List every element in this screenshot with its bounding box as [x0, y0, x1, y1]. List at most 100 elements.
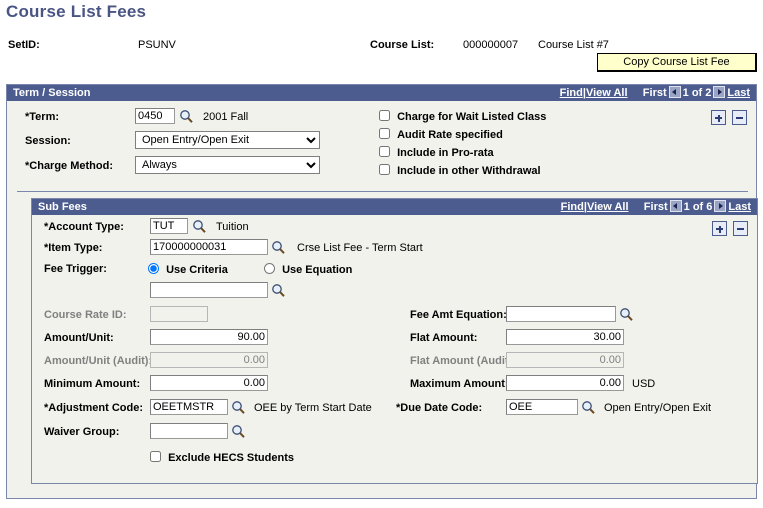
sub-fees-add-row-button[interactable] [712, 221, 727, 236]
term-session-next-arrow-icon[interactable] [713, 86, 726, 98]
sub-fees-counter: 1 of 6 [683, 201, 713, 213]
term-input[interactable] [135, 108, 175, 124]
use-equation-radio-row[interactable]: Use Equation [264, 263, 352, 276]
amount-unit-input[interactable] [150, 329, 268, 345]
term-session-divider [17, 191, 748, 192]
audit-rate-specified-label: Audit Rate specified [397, 129, 503, 141]
item-type-description: Crse List Fee - Term Start [297, 242, 423, 254]
charge-wait-listed-label: Charge for Wait Listed Class [397, 111, 547, 123]
due-date-code-input[interactable] [506, 399, 578, 415]
item-type-label: *Item Type: [44, 242, 103, 254]
term-session-header: Term / Session Find|View All First 1 of 2… [7, 85, 756, 101]
term-session-prev-arrow-icon[interactable] [668, 86, 681, 98]
adjustment-code-description: OEE by Term Start Date [254, 402, 372, 414]
sub-fees-delete-row-button[interactable] [733, 221, 748, 236]
currency-label: USD [632, 378, 656, 390]
account-type-lookup-icon[interactable] [192, 219, 207, 234]
term-session-header-title: Term / Session [13, 87, 91, 99]
term-session-find-link[interactable]: Find [560, 87, 583, 99]
flat-amount-label: Flat Amount: [410, 332, 478, 344]
flat-amount-audit-label: Flat Amount (Audit): [410, 355, 516, 367]
term-session-navigation: Find|View All First 1 of 2 Last [560, 85, 750, 101]
charge-method-select[interactable]: Always [135, 156, 320, 174]
fee-amt-equation-label: Fee Amt Equation: [410, 309, 507, 321]
amount-unit-audit-input [150, 352, 268, 368]
item-type-lookup-icon[interactable] [271, 240, 286, 255]
sub-fees-header-title: Sub Fees [38, 201, 87, 213]
audit-rate-specified-checkbox-row[interactable]: Audit Rate specified [379, 128, 503, 141]
term-lookup-icon[interactable] [179, 109, 194, 124]
sub-fees-prev-arrow-icon[interactable] [669, 200, 682, 212]
term-session-delete-row-button[interactable] [732, 110, 747, 125]
audit-rate-specified-checkbox[interactable] [379, 128, 390, 139]
course-list-description: Course List #7 [538, 39, 609, 51]
term-session-last-link[interactable]: Last [727, 87, 750, 99]
term-session-counter: 1 of 2 [682, 87, 712, 99]
include-pro-rata-checkbox[interactable] [379, 146, 390, 157]
use-equation-radio[interactable] [264, 263, 275, 274]
include-other-withdrawal-label: Include in other Withdrawal [397, 165, 541, 177]
exclude-hecs-checkbox[interactable] [150, 451, 161, 462]
item-type-input[interactable] [150, 239, 268, 255]
course-list-value: 000000007 [463, 39, 519, 51]
minimum-amount-label: Minimum Amount: [44, 378, 141, 390]
setid-label: SetID: [8, 39, 40, 51]
use-equation-label: Use Equation [282, 264, 353, 276]
maximum-amount-input[interactable] [506, 375, 624, 391]
fee-trigger-label: Fee Trigger: [44, 263, 107, 275]
adjustment-code-input[interactable] [150, 399, 228, 415]
waiver-group-input[interactable] [150, 423, 228, 439]
use-criteria-radio[interactable] [148, 263, 159, 274]
page-title: Course List Fees [6, 2, 147, 21]
sub-fees-view-all-link[interactable]: View All [587, 201, 629, 213]
account-type-input[interactable] [150, 218, 188, 234]
term-session-panel: Term / Session Find|View All First 1 of 2… [6, 84, 758, 499]
flat-amount-input[interactable] [506, 329, 624, 345]
term-description: 2001 Fall [203, 111, 249, 123]
course-rate-id-input [150, 306, 208, 322]
setid-value: PSUNV [138, 39, 176, 51]
sub-fees-next-arrow-icon[interactable] [714, 200, 727, 212]
due-date-code-label: *Due Date Code: [396, 402, 483, 414]
sub-fees-last-link[interactable]: Last [728, 201, 751, 213]
include-other-withdrawal-checkbox-row[interactable]: Include in other Withdrawal [379, 164, 541, 177]
charge-wait-listed-checkbox-row[interactable]: Charge for Wait Listed Class [379, 110, 546, 123]
sub-fees-navigation: Find|View All First 1 of 6 Last [561, 199, 751, 215]
amount-unit-audit-label: Amount/Unit (Audit): [44, 355, 153, 367]
account-type-label: *Account Type: [44, 221, 124, 233]
use-criteria-radio-row[interactable]: Use Criteria [148, 263, 228, 276]
course-list-label: Course List: [370, 39, 435, 51]
copy-course-list-fee-button[interactable]: Copy Course List Fee [597, 53, 757, 72]
term-session-add-row-button[interactable] [711, 110, 726, 125]
criteria-lookup-icon[interactable] [271, 283, 286, 298]
maximum-amount-label: Maximum Amount: [410, 378, 509, 390]
session-select[interactable]: Open Entry/Open Exit [135, 131, 320, 149]
waiver-group-label: Waiver Group: [44, 426, 120, 438]
term-session-first-label: First [642, 87, 667, 99]
exclude-hecs-label: Exclude HECS Students [168, 452, 294, 464]
criteria-input[interactable] [150, 282, 268, 298]
sub-fees-panel: Sub Fees Find|View All First 1 of 6 Last *… [31, 198, 758, 484]
sub-fees-find-link[interactable]: Find [561, 201, 584, 213]
waiver-group-lookup-icon[interactable] [231, 424, 246, 439]
course-rate-id-label: Course Rate ID: [44, 309, 127, 321]
adjustment-code-lookup-icon[interactable] [231, 400, 246, 415]
due-date-code-lookup-icon[interactable] [581, 400, 596, 415]
fee-amt-equation-input[interactable] [506, 306, 616, 322]
charge-wait-listed-checkbox[interactable] [379, 110, 390, 121]
include-other-withdrawal-checkbox[interactable] [379, 164, 390, 175]
amount-unit-label: Amount/Unit: [44, 332, 114, 344]
use-criteria-label: Use Criteria [166, 264, 228, 276]
include-pro-rata-checkbox-row[interactable]: Include in Pro-rata [379, 146, 494, 159]
fee-amt-equation-lookup-icon[interactable] [619, 307, 634, 322]
exclude-hecs-checkbox-row[interactable]: Exclude HECS Students [150, 451, 294, 464]
sub-fees-header: Sub Fees Find|View All First 1 of 6 Last [32, 199, 757, 215]
sub-fees-first-label: First [643, 201, 668, 213]
charge-method-label: *Charge Method: [25, 160, 113, 172]
minimum-amount-input[interactable] [150, 375, 268, 391]
term-label: *Term: [25, 111, 60, 123]
account-type-description: Tuition [216, 221, 249, 233]
term-session-view-all-link[interactable]: View All [586, 87, 628, 99]
adjustment-code-label: *Adjustment Code: [44, 402, 143, 414]
include-pro-rata-label: Include in Pro-rata [397, 147, 494, 159]
